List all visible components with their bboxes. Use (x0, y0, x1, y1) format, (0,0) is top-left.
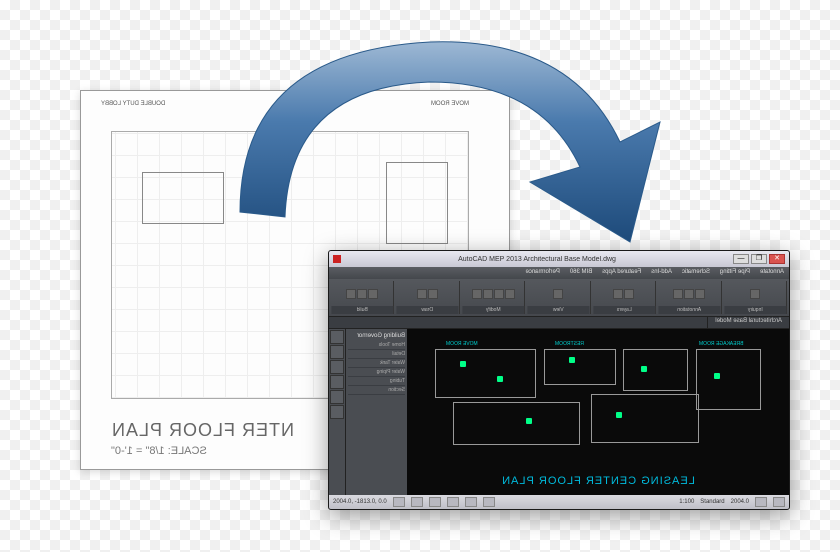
menu-item[interactable]: Performance (521, 267, 565, 279)
palette-button[interactable] (330, 330, 344, 344)
ribbon-panel: Modify (462, 281, 525, 314)
ribbon-panel: Build (331, 281, 394, 314)
tool-button[interactable] (684, 289, 694, 299)
paper-room: DOUBLE DUTY LOBBY (101, 101, 165, 107)
side-panel-item[interactable]: Tubing (348, 377, 405, 386)
tool-button[interactable] (494, 289, 504, 299)
drawing-title: LEASING CENTER FLOOR PLAN (501, 475, 695, 487)
menu-item[interactable]: Schematic (677, 267, 715, 279)
menu-item[interactable]: Featured Apps (597, 267, 646, 279)
document-tab[interactable]: Architectural Base Model (707, 317, 789, 328)
tool-button[interactable] (553, 289, 563, 299)
ribbon-panel: View (527, 281, 590, 314)
menu-item[interactable]: Add-Ins (646, 267, 677, 279)
palette-button[interactable] (330, 360, 344, 374)
cad-fixture (497, 376, 503, 382)
palette-button[interactable] (330, 405, 344, 419)
palette-button[interactable] (330, 375, 344, 389)
menu-item[interactable]: BIM 360 (565, 267, 597, 279)
close-button[interactable]: ✕ (769, 254, 785, 264)
cad-room (544, 349, 616, 386)
paper-room-labels: MOVE ROOM RESTROOM DOUBLE DUTY LOBBY (101, 101, 469, 107)
paper-scale: SCALE: 1/8" = 1'-0" (111, 445, 207, 457)
palette-button[interactable] (330, 345, 344, 359)
palette-button[interactable] (330, 390, 344, 404)
status-toggle[interactable] (755, 497, 767, 507)
titlebar[interactable]: AutoCAD MEP 2013 Architectural Base Mode… (329, 251, 789, 267)
side-panel-item[interactable]: Home Tools (348, 341, 405, 350)
status-toggle[interactable] (411, 497, 423, 507)
status-toggle[interactable] (429, 497, 441, 507)
cad-room (453, 402, 580, 445)
status-toggle[interactable] (447, 497, 459, 507)
tool-palette (329, 329, 345, 495)
side-panel-item[interactable]: Detail (348, 350, 405, 359)
tool-button[interactable] (357, 289, 367, 299)
status-toggle[interactable] (483, 497, 495, 507)
app-icon (333, 255, 341, 263)
tool-button[interactable] (428, 289, 438, 299)
status-coords: 2004.0, -1813.0, 0.0 (333, 499, 387, 505)
cad-fixture (460, 361, 466, 367)
tool-button[interactable] (472, 289, 482, 299)
cad-fixture (714, 373, 720, 379)
side-panel-header: Building Governor (348, 333, 405, 339)
cad-room (696, 349, 761, 410)
tool-button[interactable] (750, 289, 760, 299)
side-panel-item[interactable]: Section (348, 386, 405, 395)
ribbon-panel: Annotation (658, 281, 721, 314)
cad-fixture (616, 412, 622, 418)
tool-button[interactable] (417, 289, 427, 299)
status-toggle[interactable] (773, 497, 785, 507)
paper-room: MOVE ROOM (431, 101, 469, 107)
cad-room (623, 349, 688, 392)
cad-fixture (641, 366, 647, 372)
tool-button[interactable] (483, 289, 493, 299)
window-title: AutoCAD MEP 2013 Architectural Base Mode… (343, 256, 731, 263)
ribbon-panel: Draw (396, 281, 459, 314)
tool-button[interactable] (505, 289, 515, 299)
tool-button[interactable] (695, 289, 705, 299)
maximize-button[interactable]: ❐ (751, 254, 767, 264)
side-panel-item[interactable]: Water Tank (348, 359, 405, 368)
tool-button[interactable] (673, 289, 683, 299)
menubar: Annotate Pipe Fitting Schematic Add-Ins … (329, 267, 789, 279)
tool-button[interactable] (368, 289, 378, 299)
ribbon: Build Draw Modify View Layers Annotation… (329, 279, 789, 317)
side-panel: Building Governor Home Tools Detail Wate… (345, 329, 407, 495)
cad-fixture (569, 357, 575, 363)
paper-title: NTER FLOOR PLAN (111, 420, 294, 441)
menu-item[interactable]: Pipe Fitting (715, 267, 755, 279)
status-standard[interactable]: Standard (700, 499, 724, 505)
status-alt: 2004.0 (731, 499, 749, 505)
minimize-button[interactable]: — (733, 254, 749, 264)
cad-room-label: MOVE ROOM (446, 341, 478, 347)
status-scale[interactable]: 1:100 (679, 499, 694, 505)
status-toggle[interactable] (393, 497, 405, 507)
cad-fixture (526, 418, 532, 424)
cad-room (591, 394, 700, 443)
cad-room-label: RESTROOM (555, 341, 584, 347)
menu-item[interactable]: Annotate (755, 267, 789, 279)
cad-room (435, 349, 536, 398)
cad-room-label: BREAKAGE ROOM (699, 341, 743, 347)
ribbon-panel: Inquiry (724, 281, 787, 314)
side-panel-item[interactable]: Water Piping (348, 368, 405, 377)
cad-application-window: AutoCAD MEP 2013 Architectural Base Mode… (328, 250, 790, 510)
ribbon-panel: Layers (593, 281, 656, 314)
tool-button[interactable] (613, 289, 623, 299)
statusbar: 2004.0, -1813.0, 0.0 1:100 Standard 2004… (329, 495, 789, 509)
status-toggle[interactable] (465, 497, 477, 507)
tool-button[interactable] (346, 289, 356, 299)
document-tabs: Architectural Base Model (329, 317, 789, 329)
tool-button[interactable] (624, 289, 634, 299)
drawing-canvas[interactable]: MOVE ROOM RESTROOM BREAKAGE ROOM LEASING… (407, 329, 789, 495)
paper-room: RESTROOM (281, 101, 316, 107)
